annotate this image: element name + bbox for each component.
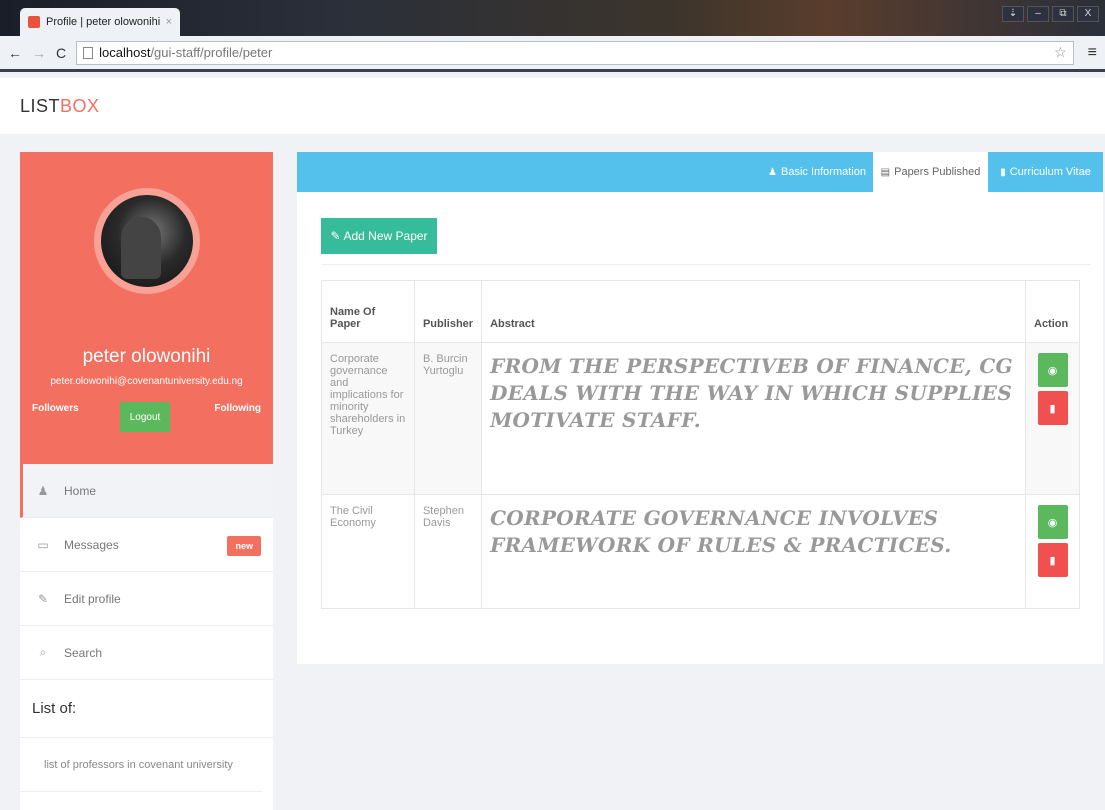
page-icon <box>83 46 94 59</box>
papers-table: Name Of Paper Publisher Abstract Action … <box>321 280 1080 609</box>
tab-label: Basic Information <box>780 166 866 178</box>
address-bar[interactable]: localhost/gui-staff/profile/peter ☆ <box>76 40 1074 65</box>
user-icon: ♟ <box>768 166 777 178</box>
tab-close-icon[interactable]: × <box>166 16 172 28</box>
list-item[interactable]: list of professors in covenant universit… <box>20 738 263 792</box>
profile-card: peter olowonihi peter.olowonihi@covenant… <box>20 152 273 464</box>
brand-part-list: LIST <box>20 96 61 116</box>
avatar-photo <box>121 217 161 279</box>
user-icon: ♟ <box>37 483 49 498</box>
maximize-icon[interactable]: ⧉ <box>1052 6 1074 22</box>
browser-toolbar: ← → C localhost/gui-staff/profile/peter … <box>0 36 1105 72</box>
profile-tabs: ♟ Basic Information ▤ Papers Published ▮… <box>297 152 1103 192</box>
paper-actions: ◉ ▮ <box>1025 494 1080 609</box>
tab-papers-published[interactable]: ▤ Papers Published <box>873 152 988 192</box>
sidebar-item-edit-profile[interactable]: ✎ Edit profile <box>20 572 273 626</box>
sidebar-item-label: Home <box>64 483 97 498</box>
close-window-icon[interactable]: X <box>1077 6 1099 22</box>
paper-publisher: Stephen Davis <box>413 494 483 609</box>
tab-basic-information[interactable]: ♟ Basic Information <box>761 152 873 192</box>
forward-icon[interactable]: → <box>32 45 46 61</box>
table-header-row: Name Of Paper Publisher Abstract Action <box>321 280 1080 343</box>
back-icon[interactable]: ← <box>8 45 22 61</box>
paper-name: Corporate governance and implications fo… <box>321 342 415 495</box>
sidebar-item-home[interactable]: ♟ Home <box>20 464 273 518</box>
pencil-icon: ✎ <box>330 229 341 243</box>
new-badge: new <box>227 536 261 556</box>
tab-label: Curriculum Vitae <box>1009 166 1091 178</box>
edit-icon: ✎ <box>37 591 49 606</box>
message-icon: ▭ <box>37 537 49 552</box>
following-label[interactable]: Following <box>214 403 261 414</box>
view-paper-button[interactable]: ◉ <box>1037 353 1068 387</box>
add-new-paper-button[interactable]: ✎ Add New Paper <box>321 218 437 254</box>
column-header-action: Action <box>1025 280 1080 343</box>
table-row: The Civil Economy Stephen Davis Corporat… <box>321 494 1080 609</box>
add-new-paper-label: Add New Paper <box>343 229 428 243</box>
delete-paper-button[interactable]: ▮ <box>1037 391 1068 425</box>
paper-name: The Civil Economy <box>321 494 415 609</box>
column-header-name: Name Of Paper <box>321 280 415 343</box>
paper-publisher: B. Burcin Yurtoglu <box>413 342 483 495</box>
paper-abstract: Corporate governance involves framework … <box>481 494 1026 609</box>
brand-logo[interactable]: LISTBOX <box>20 96 100 117</box>
view-paper-button[interactable]: ◉ <box>1037 505 1068 539</box>
search-icon: ⌕ <box>39 645 47 659</box>
sidebar-item-messages[interactable]: ▭ Messages new <box>20 518 273 572</box>
browser-tab[interactable]: Profile | peter olowonihi × <box>20 8 180 36</box>
browser-tab-title: Profile | peter olowonihi <box>46 16 161 28</box>
column-header-publisher: Publisher <box>413 280 483 343</box>
logout-button[interactable]: Logout <box>120 402 170 432</box>
favicon-icon <box>28 16 40 28</box>
avatar <box>94 188 200 294</box>
paper-actions: ◉ ▮ <box>1025 342 1080 495</box>
list-heading: List of: <box>20 680 273 738</box>
url-host: localhost <box>99 45 151 60</box>
followers-label[interactable]: Followers <box>32 403 79 414</box>
url-path: /gui-staff/profile/peter <box>150 45 273 60</box>
delete-paper-button[interactable]: ▮ <box>1037 543 1068 577</box>
page-header <box>0 78 1105 134</box>
brand-part-box: BOX <box>60 96 100 116</box>
paper-abstract: From the perspectiveb of finance, CG dea… <box>481 342 1026 495</box>
download-icon[interactable]: ⇣ <box>1002 6 1024 22</box>
sidebar: peter olowonihi peter.olowonihi@covenant… <box>20 152 273 810</box>
sidebar-item-label: Search <box>64 645 103 660</box>
window-controls: ⇣ – ⧉ X <box>1002 6 1099 22</box>
sidebar-item-search[interactable]: ⌕ Search <box>20 626 273 680</box>
tab-label: Papers Published <box>894 166 981 178</box>
main-panel: ♟ Basic Information ▤ Papers Published ▮… <box>297 152 1103 664</box>
column-header-abstract: Abstract <box>481 280 1026 343</box>
sidebar-item-label: Edit profile <box>64 591 121 606</box>
document-icon: ▤ <box>880 166 891 178</box>
browser-menu-icon[interactable]: ≡ <box>1088 44 1097 62</box>
file-icon: ▮ <box>1000 166 1006 178</box>
sidebar-item-label: Messages <box>64 537 119 552</box>
table-row: Corporate governance and implications fo… <box>321 342 1080 495</box>
divider <box>321 264 1091 265</box>
minimize-icon[interactable]: – <box>1027 6 1049 22</box>
profile-email: peter.olowonihi@covenantuniversity.edu.n… <box>50 376 243 387</box>
profile-name: peter olowonihi <box>82 346 211 367</box>
tab-curriculum-vitae[interactable]: ▮ Curriculum Vitae <box>988 152 1103 192</box>
reload-icon[interactable]: C <box>56 45 66 61</box>
browser-title-bar: Profile | peter olowonihi × ⇣ – ⧉ X <box>0 0 1105 36</box>
bookmark-star-icon[interactable]: ☆ <box>1054 44 1067 61</box>
